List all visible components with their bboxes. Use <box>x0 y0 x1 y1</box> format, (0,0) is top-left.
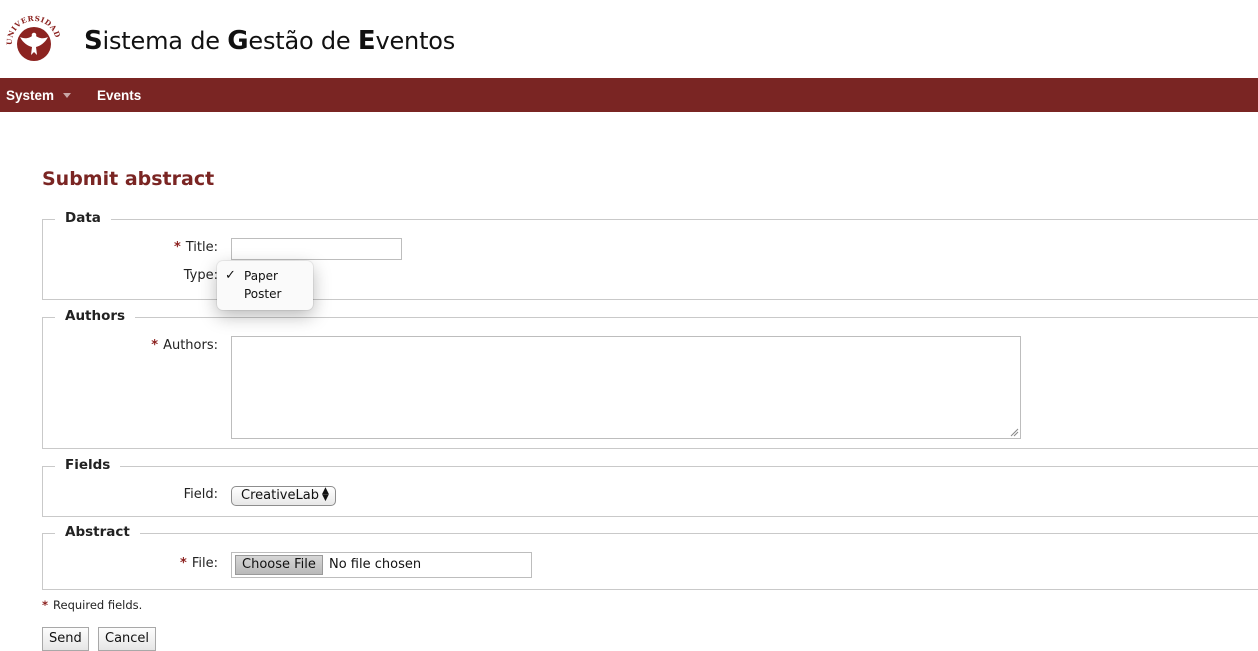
select-arrows-icon: ▲ ▼ <box>321 485 329 503</box>
cancel-button[interactable]: Cancel <box>98 627 157 651</box>
title-label-text: Title: <box>185 240 218 255</box>
site-title-e: E <box>357 26 376 56</box>
field-select[interactable]: CreativeLab ▲ ▼ <box>231 486 336 506</box>
main-navbar: System Events <box>0 78 1258 112</box>
type-option-paper[interactable]: ✓ Paper <box>217 267 313 285</box>
university-seal-logo: UNIVERSIDADE DE ÉVORA <box>4 13 63 72</box>
page-title: Submit abstract <box>42 168 215 190</box>
site-title-part2: estão de <box>248 27 358 55</box>
title-input[interactable] <box>231 238 402 260</box>
nav-events-link[interactable]: Events <box>97 78 141 112</box>
field-select-value: CreativeLab <box>241 488 319 503</box>
choose-file-button[interactable]: Choose File <box>235 555 323 575</box>
nav-system-menu[interactable]: System <box>6 78 72 112</box>
required-asterisk: * <box>180 556 187 571</box>
required-asterisk: * <box>173 240 181 255</box>
type-select-dropdown[interactable]: ✓ Paper Poster <box>217 261 313 310</box>
authors-label-text: Authors: <box>163 338 218 353</box>
authors-textarea[interactable] <box>231 336 1021 439</box>
required-fields-note: * Required fields. <box>42 598 142 612</box>
abstract-legend: Abstract <box>55 524 140 540</box>
authors-legend: Authors <box>55 308 136 324</box>
file-status-text: No file chosen <box>329 557 422 572</box>
site-title-g: G <box>227 26 249 56</box>
nav-events-label: Events <box>97 88 142 103</box>
site-title-s: S <box>84 26 103 56</box>
type-option-poster-label: Poster <box>244 287 282 301</box>
resize-handle-icon[interactable] <box>1009 427 1019 437</box>
site-title: Sistema de Gestão de Eventos <box>84 26 455 56</box>
file-label-text: File: <box>191 556 218 571</box>
site-title-part1: istema de <box>102 27 228 55</box>
required-asterisk: * <box>42 598 49 612</box>
file-label: * File: <box>100 556 218 571</box>
type-option-poster[interactable]: Poster <box>217 285 313 303</box>
fields-legend: Fields <box>55 457 121 473</box>
field-label: Field: <box>183 487 218 502</box>
abstract-fieldset: Abstract <box>42 524 1258 590</box>
required-asterisk: * <box>151 338 159 353</box>
title-label: * Title: <box>100 240 218 255</box>
fields-fieldset: Fields <box>42 457 1258 517</box>
type-label: Type: <box>183 268 218 283</box>
header: UNIVERSIDADE DE ÉVORA Sistema de Gestão … <box>0 0 1258 78</box>
file-input[interactable]: Choose File No file chosen <box>231 552 532 578</box>
required-note-text: Required fields. <box>53 598 143 612</box>
type-option-paper-label: Paper <box>244 269 278 283</box>
checkmark-icon: ✓ <box>225 268 236 283</box>
caret-down-icon <box>63 92 72 98</box>
send-button[interactable]: Send <box>42 627 89 651</box>
nav-system-label: System <box>6 88 55 103</box>
data-legend: Data <box>55 210 111 226</box>
site-title-part3: ventos <box>375 27 456 55</box>
authors-label: * Authors: <box>100 338 218 353</box>
